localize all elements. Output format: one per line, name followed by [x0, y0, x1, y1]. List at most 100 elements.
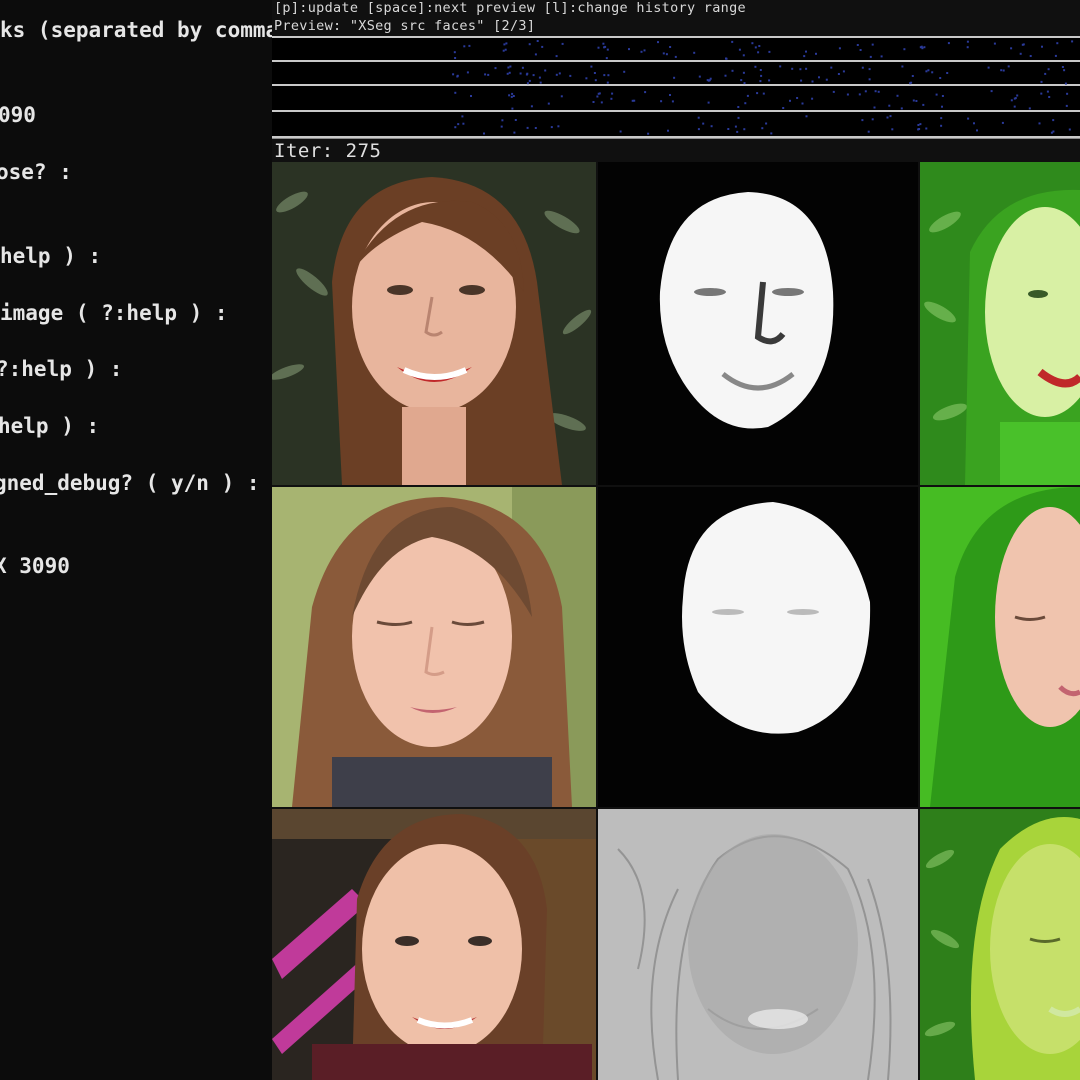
- loss-point: [555, 73, 558, 76]
- loss-point: [947, 42, 950, 45]
- loss-point: [702, 122, 705, 125]
- loss-point: [509, 65, 512, 68]
- loss-point: [604, 45, 607, 48]
- console-line: gned_debug? ( y/n ) :: [0, 471, 260, 495]
- console-line: help ) :: [0, 414, 100, 438]
- loss-point: [598, 92, 601, 95]
- loss-point: [871, 43, 874, 46]
- loss-point: [738, 48, 741, 51]
- loss-point: [815, 52, 817, 55]
- loss-point: [710, 125, 713, 128]
- console-line: 090: [0, 103, 36, 127]
- loss-point: [803, 55, 806, 58]
- loss-point: [754, 46, 757, 49]
- preview-window[interactable]: [p]:update [space]:next preview [l]:chan…: [272, 0, 1080, 1080]
- loss-point: [901, 65, 904, 68]
- loss-point: [760, 74, 763, 77]
- loss-point: [512, 95, 515, 97]
- loss-point: [910, 81, 913, 84]
- loss-point: [768, 79, 771, 82]
- loss-point: [534, 127, 537, 129]
- loss-point: [877, 90, 880, 93]
- loss-point: [837, 73, 840, 75]
- loss-point: [555, 55, 558, 58]
- loss-point: [966, 46, 969, 49]
- loss-point: [462, 122, 465, 125]
- loss-point: [665, 53, 668, 56]
- loss-point: [1071, 40, 1074, 43]
- overlay-1: [920, 162, 1080, 485]
- loss-point: [941, 105, 943, 108]
- loss-point: [502, 49, 505, 52]
- loss-point: [935, 93, 938, 96]
- loss-point: [941, 95, 944, 97]
- loss-point: [801, 102, 804, 105]
- loss-point: [606, 81, 609, 84]
- loss-point: [569, 74, 572, 77]
- loss-point: [550, 126, 553, 129]
- loss-point: [759, 69, 762, 71]
- loss-point: [918, 128, 921, 130]
- loss-point: [868, 78, 871, 81]
- loss-point: [811, 97, 814, 100]
- loss-point: [510, 95, 513, 98]
- loss-point: [1064, 82, 1067, 85]
- loss-point: [707, 101, 710, 104]
- loss-point: [673, 76, 676, 79]
- loss-point: [891, 128, 894, 131]
- loss-point: [858, 93, 861, 96]
- loss-point: [939, 77, 942, 79]
- loss-point: [990, 90, 993, 93]
- src-face-1: [272, 162, 596, 485]
- console-line: ?:help ) :: [0, 357, 123, 381]
- loss-point: [744, 102, 747, 105]
- loss-point: [757, 51, 760, 54]
- loss-point: [805, 67, 808, 70]
- loss-point: [453, 51, 456, 54]
- loss-point: [483, 132, 485, 135]
- loss-point: [1019, 52, 1022, 55]
- loss-point: [1001, 121, 1004, 124]
- loss-point: [547, 102, 550, 105]
- loss-point: [597, 46, 600, 49]
- loss-point: [534, 53, 537, 56]
- loss-point: [740, 79, 743, 82]
- loss-point: [888, 104, 891, 107]
- loss-point: [611, 92, 614, 95]
- loss-point: [846, 93, 849, 96]
- loss-points: [452, 40, 1074, 135]
- loss-point: [782, 107, 785, 109]
- loss-point: [796, 97, 799, 99]
- loss-point: [628, 48, 630, 51]
- loss-point: [940, 124, 943, 127]
- loss-point: [859, 49, 862, 51]
- loss-point: [737, 116, 740, 119]
- loss-point: [528, 43, 531, 46]
- loss-point: [558, 72, 561, 75]
- loss-point: [526, 126, 529, 129]
- loss-point: [825, 78, 828, 81]
- preview-grid: [272, 162, 1080, 1080]
- loss-point: [511, 92, 514, 95]
- loss-point: [1016, 94, 1019, 97]
- loss-point: [927, 69, 930, 72]
- loss-point: [1065, 104, 1068, 107]
- loss-point: [880, 55, 883, 58]
- loss-point: [1050, 131, 1053, 134]
- loss-point: [508, 71, 511, 74]
- loss-point: [697, 128, 700, 131]
- console-pane: ks (separated by comma 090 ose? : help )…: [0, 0, 272, 1080]
- loss-point: [746, 94, 749, 97]
- loss-point: [759, 80, 762, 83]
- loss-point: [734, 125, 737, 128]
- loss-point: [506, 72, 509, 75]
- loss-history-graph[interactable]: [272, 36, 1080, 138]
- loss-point: [770, 132, 773, 135]
- loss-point: [693, 51, 696, 54]
- loss-point: [725, 57, 727, 60]
- loss-point: [1041, 45, 1043, 48]
- loss-point: [647, 132, 650, 135]
- loss-point: [528, 79, 531, 82]
- overlay-2: [920, 487, 1080, 807]
- loss-point: [619, 130, 622, 133]
